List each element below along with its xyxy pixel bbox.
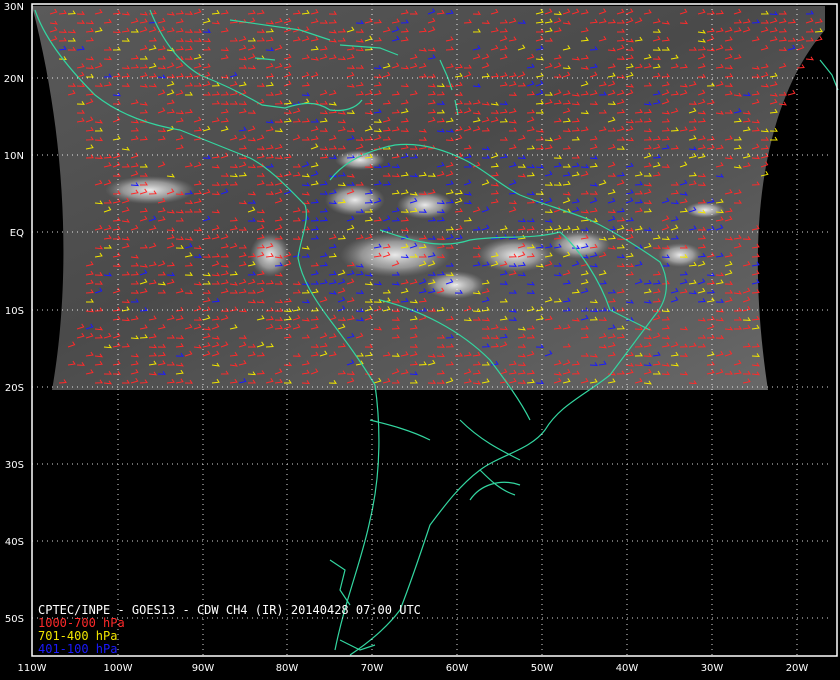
lon-label: 50W xyxy=(531,663,554,674)
lat-label: 30S xyxy=(5,460,24,471)
lat-label: 30N xyxy=(4,2,24,13)
wind-map: 30N 20N 10N EQ 10S 20S 30S 40S 50S 110W … xyxy=(4,2,839,674)
lat-label: 50S xyxy=(5,614,24,625)
wind-barb xyxy=(805,56,815,61)
lat-label: 10S xyxy=(5,306,24,317)
lat-label: 20S xyxy=(5,383,24,394)
lon-label: 20W xyxy=(786,663,809,674)
lon-label: 70W xyxy=(361,663,384,674)
longitude-labels: 110W 100W 90W 80W 70W 60W 50W 40W 30W 20… xyxy=(18,663,809,674)
latitude-labels: 30N 20N 10N EQ 10S 20S 30S 40S 50S xyxy=(4,2,24,625)
lon-label: 80W xyxy=(276,663,299,674)
lon-label: 30W xyxy=(701,663,724,674)
legend-high-level: 401-100 hPa xyxy=(38,642,118,656)
lon-label: 40W xyxy=(616,663,639,674)
lat-label: 40S xyxy=(5,537,24,548)
lat-label: 20N xyxy=(4,74,24,85)
wind-barb xyxy=(787,89,796,96)
lon-label: 60W xyxy=(446,663,469,674)
lon-label: 100W xyxy=(104,663,133,674)
lon-label: 90W xyxy=(192,663,215,674)
lat-label: EQ xyxy=(10,228,24,239)
lat-label: 10N xyxy=(4,151,24,162)
lon-label: 110W xyxy=(18,663,47,674)
